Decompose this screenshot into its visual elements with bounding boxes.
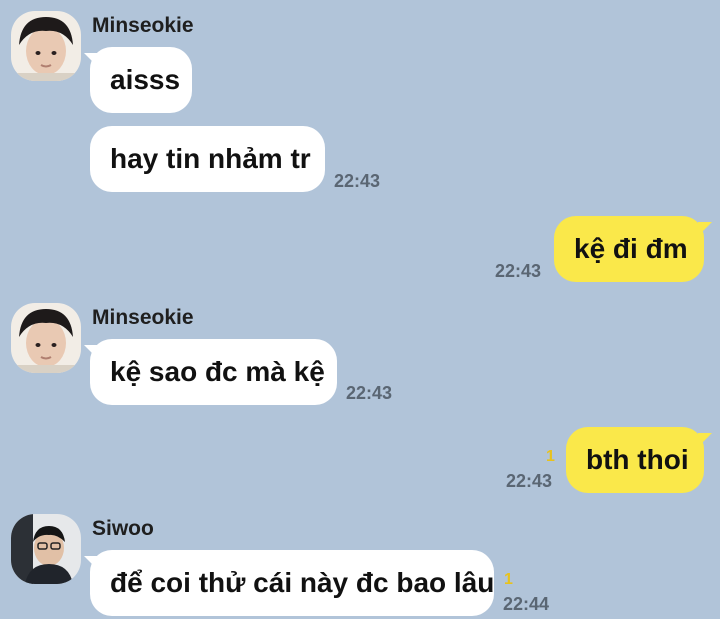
message-bubble-incoming[interactable]: để coi thử cái này đc bao lâu	[90, 550, 494, 616]
minseokie-avatar-icon	[11, 11, 81, 81]
bubble-tail	[698, 222, 712, 236]
message-bubble-outgoing[interactable]: kệ đi đm	[554, 216, 704, 282]
unread-count: 1	[504, 571, 513, 588]
message-bubble-incoming[interactable]: hay tin nhảm tr	[90, 126, 325, 192]
unread-count: 1	[546, 448, 555, 465]
message-bubble-incoming[interactable]: aisss	[90, 47, 192, 113]
message-timestamp: 22:43	[506, 471, 553, 491]
avatar[interactable]	[11, 514, 81, 584]
sender-name: Minseokie	[92, 306, 194, 329]
message-timestamp: 22:43	[346, 383, 393, 403]
avatar[interactable]	[11, 303, 81, 373]
message-bubble-outgoing[interactable]: bth thoi	[566, 427, 704, 493]
minseokie-avatar-icon	[11, 303, 81, 373]
siwoo-avatar-icon	[11, 514, 81, 584]
message-timestamp: 22:43	[495, 261, 542, 281]
message-timestamp: 22:43	[334, 171, 381, 191]
avatar[interactable]	[11, 11, 81, 81]
message-bubble-incoming[interactable]: kệ sao đc mà kệ	[90, 339, 337, 405]
message-timestamp: 22:44	[503, 594, 550, 614]
sender-name: Siwoo	[92, 517, 154, 540]
sender-name: Minseokie	[92, 14, 194, 37]
bubble-tail	[698, 433, 712, 447]
